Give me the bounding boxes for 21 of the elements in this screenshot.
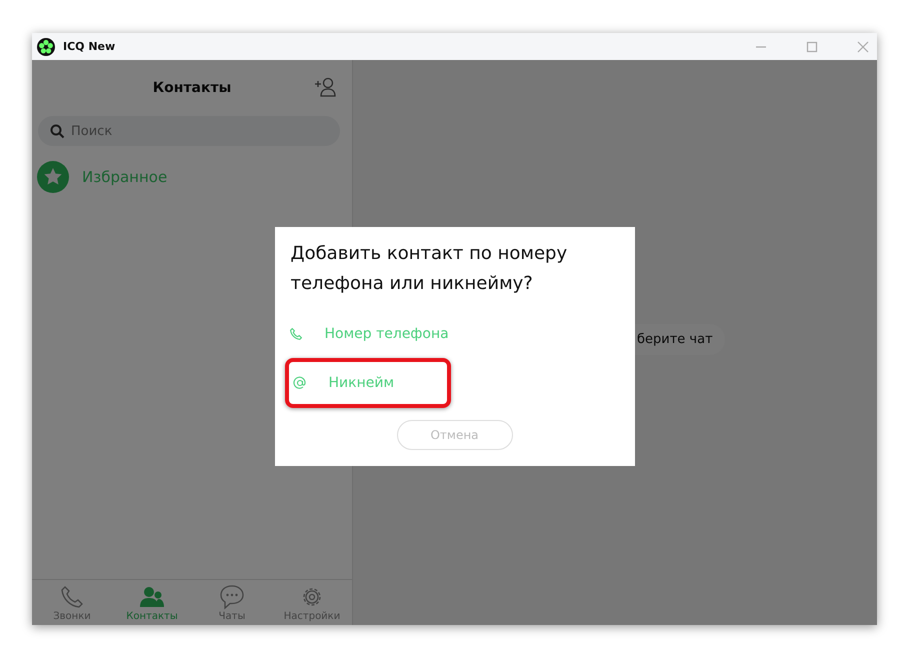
phone-icon — [59, 584, 85, 610]
contact-item[interactable]: Избранное — [32, 161, 352, 193]
window-title: ICQ New — [63, 40, 116, 53]
search-field[interactable]: Поиск — [38, 116, 340, 146]
nav-tab[interactable]: Настройки — [272, 580, 352, 625]
dialog-option[interactable]: Никнейм — [284, 358, 450, 408]
sidebar-title: Контакты — [152, 80, 232, 96]
add-contact-icon[interactable] — [314, 77, 336, 97]
at-sign-icon — [292, 376, 306, 390]
cancel-button[interactable]: Отмена — [396, 420, 512, 450]
flower-logo-icon — [37, 38, 55, 56]
nav-tab[interactable]: Контакты — [112, 580, 192, 625]
close-icon[interactable] — [857, 40, 869, 52]
phone-icon — [288, 327, 302, 341]
nav-tab[interactable]: Звонки — [32, 580, 112, 625]
nav-tab[interactable]: Чаты — [192, 580, 272, 625]
chat-bubble-icon — [219, 584, 245, 610]
contact-name: Избранное — [82, 168, 168, 186]
maximize-icon[interactable] — [806, 40, 818, 52]
dialog-title: Добавить контакт по номеру телефона или никнейму? — [290, 242, 568, 296]
people-icon — [139, 584, 165, 610]
